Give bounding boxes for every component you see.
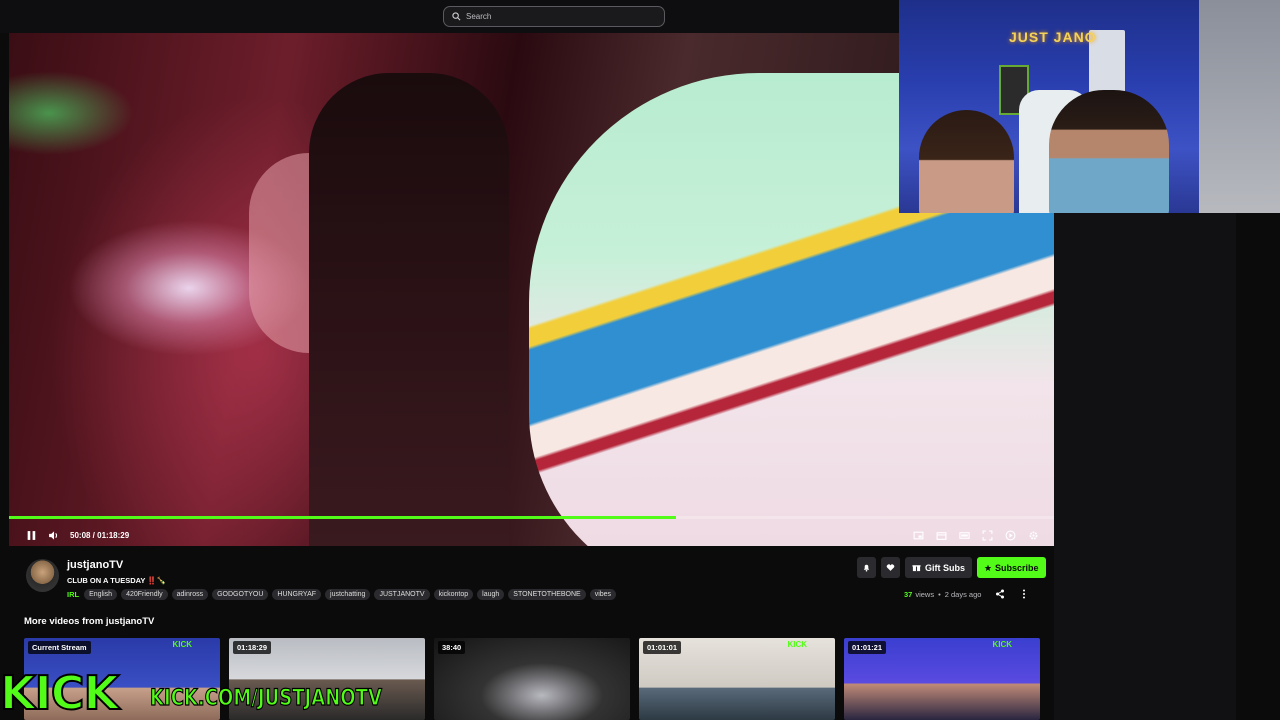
thumbnail-kick-logo: KICK	[787, 640, 807, 649]
stream-title: CLUB ON A TUESDAY ‼️🍾	[67, 576, 166, 585]
thumbnail-kick-logo: KICK	[992, 640, 1012, 649]
channel-name[interactable]: justjanoTV	[67, 559, 123, 571]
kick-url-watermark: KICK.COM/JUSTJANOTV	[150, 685, 383, 711]
clip-icon	[936, 531, 946, 540]
search-bar[interactable]	[443, 6, 665, 27]
fullscreen-button[interactable]	[976, 525, 998, 545]
tag-chip[interactable]: justchatting	[325, 589, 371, 600]
clip-button[interactable]	[930, 525, 952, 545]
share-icon[interactable]	[995, 589, 1005, 599]
fullscreen-icon	[982, 530, 992, 540]
volume-button[interactable]	[42, 525, 64, 545]
thumbnail-kick-logo: KICK	[172, 640, 192, 649]
kick-logo-watermark: KICK	[0, 665, 120, 720]
volume-icon	[48, 530, 57, 540]
follow-button[interactable]	[881, 557, 900, 578]
tag-chip[interactable]: 420Friendly	[121, 589, 168, 600]
subscribe-button[interactable]: Subscribe	[977, 557, 1046, 578]
heart-icon	[886, 564, 895, 571]
search-input[interactable]	[466, 12, 656, 21]
thumbnail-duration: 01:18:29	[233, 641, 272, 654]
tag-chip[interactable]: laugh	[477, 589, 505, 600]
tag-chip[interactable]: kickontop	[433, 589, 474, 600]
video-thumbnail[interactable]: 01:01:21 KICK	[844, 638, 1040, 720]
kick-vod-page: 50:08 / 01:18:29 JUST JANO	[0, 0, 1280, 720]
speed-button[interactable]	[999, 525, 1021, 545]
webcam-person-right	[1049, 90, 1169, 213]
category-link[interactable]: IRL	[67, 590, 79, 599]
progress-bar[interactable]	[9, 516, 1054, 519]
more-icon[interactable]	[1019, 589, 1029, 599]
gift-subs-button[interactable]: Gift Subs	[905, 557, 972, 578]
theater-icon	[958, 531, 970, 539]
time-display: 50:08 / 01:18:29	[70, 530, 130, 540]
thumbnail-duration: 01:01:21	[848, 641, 887, 654]
progress-fill	[9, 516, 676, 519]
avatar[interactable]	[26, 559, 59, 592]
bell-icon	[863, 564, 870, 572]
speed-icon	[1005, 530, 1015, 540]
meta-separator: •	[938, 589, 941, 599]
video-thumbnail[interactable]: 38:40	[434, 638, 630, 720]
thumbnail-badge: Current Stream	[28, 641, 91, 654]
tag-chip[interactable]: English	[84, 589, 118, 600]
tag-chip[interactable]: HUNGRYAF	[272, 589, 322, 600]
thumbnail-duration: 01:01:01	[643, 641, 682, 654]
star-icon	[984, 564, 992, 571]
webcam-neon-sign: JUST JANO	[1009, 29, 1097, 45]
pause-button[interactable]	[20, 525, 42, 545]
thumbnail-duration: 38:40	[438, 641, 466, 654]
posted-time: 2 days ago	[944, 589, 982, 599]
gift-icon	[912, 565, 921, 572]
tag-chip[interactable]: vibes	[589, 589, 617, 600]
tag-list: IRL English 420Friendly adinross GODGOTY…	[67, 589, 617, 600]
settings-icon	[1029, 531, 1037, 539]
settings-button[interactable]	[1022, 525, 1044, 545]
gift-subs-label: Gift Subs	[925, 562, 965, 573]
miniplayer-button[interactable]	[907, 525, 929, 545]
subscribe-label: Subscribe	[995, 562, 1039, 573]
more-videos-heading: More videos from justjanoTV	[24, 616, 155, 627]
tag-chip[interactable]: JUSTJANOTV	[374, 589, 430, 600]
webcam-person-left	[919, 110, 1014, 213]
video-player[interactable]	[9, 33, 1054, 546]
video-thumbnail[interactable]: 01:01:01 KICK	[639, 638, 835, 720]
theater-button[interactable]	[953, 525, 975, 545]
webcam-wall	[1199, 0, 1280, 213]
video-frame-figure-dark	[309, 73, 509, 546]
tag-chip[interactable]: GODGOTYOU	[212, 589, 269, 600]
channel-actions: Gift Subs Subscribe	[857, 557, 1046, 578]
tag-chip[interactable]: adinross	[171, 589, 209, 600]
player-controls: 50:08 / 01:18:29	[9, 524, 1054, 546]
webcam-overlay: JUST JANO	[899, 0, 1280, 213]
pause-icon	[27, 530, 35, 540]
views-count: 37	[904, 589, 913, 599]
search-icon	[452, 12, 461, 21]
side-panel	[1054, 213, 1236, 720]
notification-button[interactable]	[857, 557, 876, 578]
tag-chip[interactable]: STONETOTHEBONE	[508, 589, 586, 600]
top-bar	[0, 0, 900, 33]
miniplayer-icon	[913, 531, 923, 539]
views-label: views	[915, 589, 935, 599]
video-meta: 37 views • 2 days ago	[904, 589, 1029, 599]
